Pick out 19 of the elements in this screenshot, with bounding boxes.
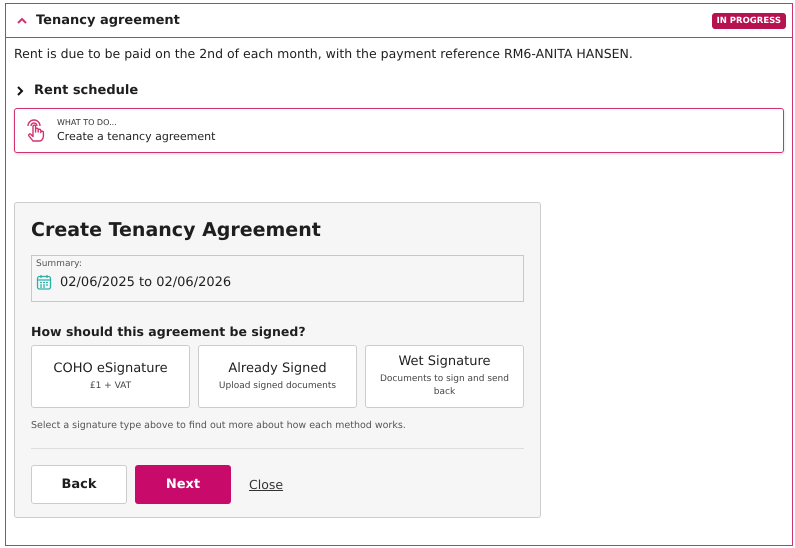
rent-schedule-toggle[interactable]: Rent schedule (34, 83, 138, 98)
rent-note: Rent is due to be paid on the 2nd of each month, with the payment reference RM6-ANITA HANSEN. (14, 46, 634, 61)
status-badge: IN PROGRESS (712, 12, 786, 28)
calendar-icon (36, 274, 52, 290)
signature-option[interactable]: Wet Signature Documents to sign and send back (365, 345, 524, 408)
hint-text: Select a signature type above to find out more about how each method works. (31, 420, 407, 431)
signature-option[interactable]: Already Signed Upload signed documents (198, 345, 357, 408)
close-link[interactable]: Close (249, 477, 284, 492)
summary-label: Summary: (36, 259, 83, 269)
hand-pointer-icon (25, 118, 47, 142)
date-range: 02/06/2025 to 02/06/2026 (60, 274, 232, 290)
what-to-do-text: Create a tenancy agreement (57, 130, 216, 143)
signature-option[interactable]: COHO eSignature £1 + VAT (31, 345, 190, 408)
section-title[interactable]: Tenancy agreement (36, 13, 704, 28)
signing-question: How should this agreement be signed? (31, 324, 307, 339)
next-button[interactable]: Next (135, 465, 231, 504)
back-button[interactable]: Back (31, 465, 127, 504)
what-to-do-label: WHAT TO DO... (57, 118, 118, 127)
form-title: Create Tenancy Agreement (31, 219, 322, 241)
